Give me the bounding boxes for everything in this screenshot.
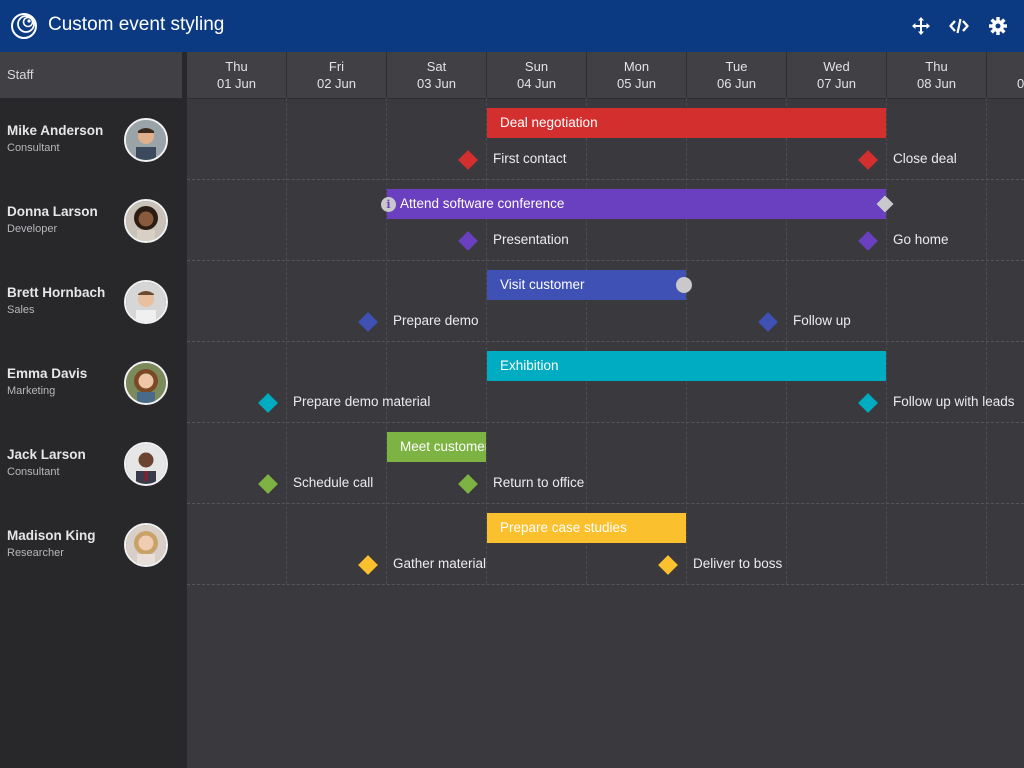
event-bar[interactable]: Attend software conference	[387, 189, 886, 219]
event-bar[interactable]: Meet customer	[387, 432, 486, 462]
resource-row-mike-anderson[interactable]: Mike Anderson Consultant	[0, 98, 187, 179]
milestone-marker[interactable]	[858, 150, 878, 170]
resource-title: Developer	[7, 223, 58, 235]
day-column-header[interactable]: Tue 06 Jun	[687, 52, 787, 98]
app-header: Custom event styling	[0, 0, 1024, 52]
day-name: Fri	[328, 59, 345, 74]
app-title: Custom event styling	[48, 14, 225, 35]
day-name: Thu	[225, 59, 248, 74]
row-divider	[187, 584, 1024, 585]
milestone-marker[interactable]	[458, 231, 478, 251]
logo-icon	[11, 13, 37, 39]
resource-title: Consultant	[7, 142, 60, 154]
milestone-label: Follow up with leads	[893, 394, 1015, 409]
milestone-label: Presentation	[493, 232, 569, 247]
info-icon[interactable]: i	[381, 197, 396, 212]
resource-row-brett-hornbach[interactable]: Brett Hornbach Sales	[0, 260, 187, 341]
day-date: 0	[1017, 76, 1024, 91]
milestone-marker[interactable]	[258, 393, 278, 413]
milestone-label: Follow up	[793, 313, 851, 328]
milestone-marker[interactable]	[458, 474, 478, 494]
milestone-label: Go home	[893, 232, 949, 247]
avatar	[124, 199, 168, 243]
day-column-header[interactable]: 0	[987, 52, 1024, 98]
milestone-marker[interactable]	[758, 312, 778, 332]
event-bar[interactable]: Deal negotiation	[487, 108, 886, 138]
day-column-header[interactable]: Thu 08 Jun	[887, 52, 987, 98]
milestone-label: First contact	[493, 151, 567, 166]
day-column-header[interactable]: Wed 07 Jun	[787, 52, 887, 98]
day-name: Sun	[524, 59, 549, 74]
resource-row-donna-larson[interactable]: Donna Larson Developer	[0, 179, 187, 260]
day-date: 08 Jun	[916, 76, 957, 91]
day-date: 03 Jun	[416, 76, 457, 91]
day-column-header[interactable]: Fri 02 Jun	[287, 52, 387, 98]
day-date: 04 Jun	[516, 76, 557, 91]
resource-row-emma-davis[interactable]: Emma Davis Marketing	[0, 341, 187, 422]
day-column-header[interactable]: Thu 01 Jun	[187, 52, 287, 98]
avatar	[124, 118, 168, 162]
milestone-marker[interactable]	[858, 393, 878, 413]
resource-name: Mike Anderson	[7, 123, 104, 138]
timeline-header: Thu 01 Jun Fri 02 Jun Sat 03 Jun Sun 04 …	[187, 52, 1024, 99]
day-name: Thu	[925, 59, 948, 74]
resource-title: Consultant	[7, 466, 60, 478]
avatar	[124, 280, 168, 324]
row-divider	[187, 503, 1024, 504]
milestone-marker[interactable]	[658, 555, 678, 575]
resource-row-jack-larson[interactable]: Jack Larson Consultant	[0, 422, 187, 503]
gear-icon[interactable]	[988, 16, 1008, 36]
day-date: 06 Jun	[716, 76, 757, 91]
milestone-marker[interactable]	[358, 555, 378, 575]
staff-column-header[interactable]: Staff	[0, 52, 182, 99]
row-divider	[187, 179, 1024, 180]
milestone-label: Return to office	[493, 475, 585, 490]
avatar	[124, 442, 168, 486]
day-column-header[interactable]: Mon 05 Jun	[587, 52, 687, 98]
resource-name: Brett Hornbach	[7, 285, 106, 300]
resource-row-madison-king[interactable]: Madison King Researcher	[0, 503, 187, 584]
row-divider	[187, 422, 1024, 423]
staff-header-label: Staff	[7, 67, 34, 82]
day-date: 02 Jun	[316, 76, 357, 91]
move-icon[interactable]	[911, 16, 931, 36]
day-name: Tue	[725, 59, 748, 74]
day-date: 07 Jun	[816, 76, 857, 91]
code-icon[interactable]	[949, 16, 969, 36]
milestone-marker[interactable]	[358, 312, 378, 332]
row-divider	[187, 260, 1024, 261]
resource-name: Madison King	[7, 528, 96, 543]
event-bar[interactable]: Prepare case studies	[487, 513, 686, 543]
resource-title: Marketing	[7, 385, 56, 397]
milestone-marker[interactable]	[458, 150, 478, 170]
resource-title: Researcher	[7, 547, 64, 559]
row-divider	[187, 341, 1024, 342]
end-circle-icon	[676, 277, 692, 293]
avatar	[124, 523, 168, 567]
milestone-label: Prepare demo material	[293, 394, 431, 409]
milestone-label: Prepare demo	[393, 313, 479, 328]
avatar	[124, 361, 168, 405]
day-date: 01 Jun	[216, 76, 257, 91]
milestone-label: Deliver to boss	[693, 556, 783, 571]
resource-name: Jack Larson	[7, 447, 86, 462]
milestone-marker[interactable]	[258, 474, 278, 494]
milestone-label: Schedule call	[293, 475, 374, 490]
milestone-marker[interactable]	[858, 231, 878, 251]
day-column-header[interactable]: Sun 04 Jun	[487, 52, 587, 98]
resource-name: Emma Davis	[7, 366, 88, 381]
day-name: Sat	[426, 59, 447, 74]
event-bar[interactable]: Visit customer	[487, 270, 686, 300]
milestone-label: Close deal	[893, 151, 957, 166]
day-name: Wed	[823, 59, 850, 74]
event-bar[interactable]: Exhibition	[487, 351, 886, 381]
day-date: 05 Jun	[616, 76, 657, 91]
day-name: Mon	[623, 59, 650, 74]
timeline-grid[interactable]: Deal negotiation First contact Close dea…	[187, 98, 1024, 768]
resource-title: Sales	[7, 304, 35, 316]
resource-name: Donna Larson	[7, 204, 98, 219]
day-column-header[interactable]: Sat 03 Jun	[387, 52, 487, 98]
resource-sidebar: Staff Mike Anderson Consultant Donna Lar…	[0, 52, 187, 768]
milestone-label: Gather material	[393, 556, 487, 571]
